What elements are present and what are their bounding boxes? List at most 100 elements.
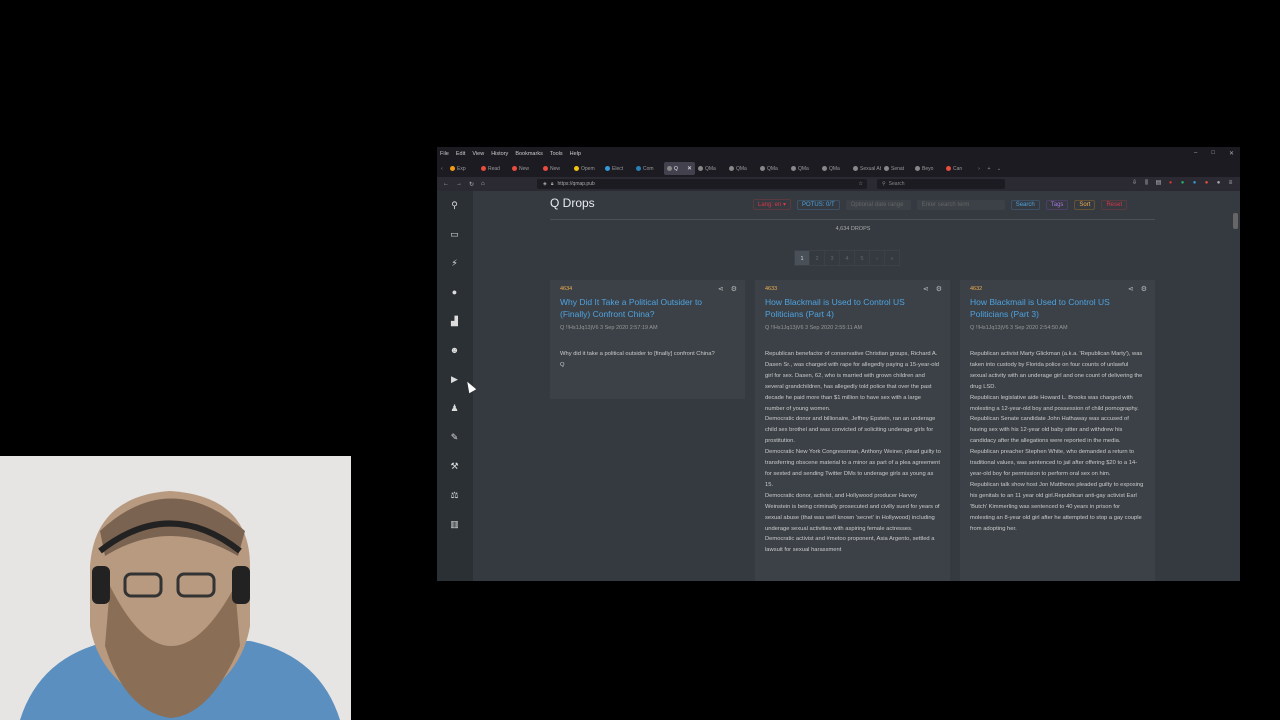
forward-icon[interactable]: → (456, 181, 462, 187)
page-button-2[interactable]: 2 (809, 250, 825, 266)
tab-label: QMa (705, 165, 716, 172)
tab-favicon-icon (946, 166, 951, 171)
url-text: https://qmap.pub (557, 181, 595, 187)
page-button-3[interactable]: 3 (824, 250, 840, 266)
sidebar-toggle-icon[interactable]: ▤ (1155, 179, 1162, 187)
share-icon[interactable]: ⋖ (718, 285, 724, 293)
maximize-icon[interactable]: □ (1211, 150, 1215, 157)
close-window-icon[interactable]: ✕ (1229, 150, 1234, 157)
browser-tab[interactable]: Opem (571, 162, 602, 175)
library-icon[interactable]: ⫼ (1143, 179, 1150, 187)
tab-favicon-icon (667, 166, 672, 171)
tab-label: QMa (829, 165, 840, 172)
pencil-icon[interactable]: ✎ (448, 431, 461, 444)
chart-icon[interactable]: ▥ (448, 518, 461, 531)
skull-icon[interactable]: ☻ (448, 344, 461, 357)
settings-icon[interactable]: ⚙︎ (731, 285, 737, 293)
browser-tab[interactable]: Beyo (912, 162, 943, 175)
shield-icon: ◈ (543, 181, 547, 187)
tab-label: QMa (736, 165, 747, 172)
tab-favicon-icon (884, 166, 889, 171)
browser-search-input[interactable]: ⚲ Search (877, 179, 1005, 189)
menu-help[interactable]: Help (570, 151, 581, 157)
browser-tab[interactable]: QMa (788, 162, 819, 175)
menu-history[interactable]: History (491, 151, 508, 157)
downloads-icon[interactable]: ⇩ (1131, 179, 1138, 187)
extension-icon[interactable]: ● (1179, 179, 1186, 187)
video-icon[interactable]: ▶︎ (448, 373, 461, 386)
drop-title-link[interactable]: Why Did It Take a Political Outsider to … (560, 296, 730, 320)
home-icon[interactable]: ⌂ (481, 181, 485, 187)
browser-tab[interactable]: QMa (695, 162, 726, 175)
drop-title-link[interactable]: How Blackmail is Used to Control US Poli… (765, 296, 935, 320)
scrollbar-thumb[interactable] (1233, 213, 1238, 229)
menu-tools[interactable]: Tools (550, 151, 563, 157)
divider (550, 219, 1155, 220)
date-range-input[interactable]: Optional date range (845, 199, 911, 210)
globe-icon[interactable]: ● (448, 286, 461, 299)
url-bar[interactable]: ◈ 🔒︎ https://qmap.pub ☆ (537, 179, 867, 189)
running-person-icon[interactable]: ⚡︎ (448, 257, 461, 270)
settings-icon[interactable]: ⚙︎ (936, 285, 942, 293)
menu-hamburger-icon[interactable]: ≡ (1227, 179, 1234, 187)
menu-view[interactable]: View (472, 151, 484, 157)
scales-icon[interactable]: ⚖︎ (448, 489, 461, 502)
extension-icon[interactable]: ● (1191, 179, 1198, 187)
user-icon[interactable]: ♟︎ (448, 402, 461, 415)
menu-file[interactable]: File (440, 151, 449, 157)
browser-tab[interactable]: Exp (447, 162, 478, 175)
share-icon[interactable]: ⋖ (923, 285, 929, 293)
news-icon[interactable]: ▭ (448, 228, 461, 241)
extension-icon[interactable]: ● (1215, 179, 1222, 187)
browser-tab[interactable]: Elect (602, 162, 633, 175)
browser-tab[interactable]: New (540, 162, 571, 175)
browser-tab[interactable]: Sexual Ab (850, 162, 881, 175)
page-button-4[interactable]: 4 (839, 250, 855, 266)
tab-scroll-left-icon[interactable]: ‹ (437, 166, 447, 172)
browser-tab[interactable]: QMa (726, 162, 757, 175)
reload-icon[interactable]: ↻ (469, 181, 474, 188)
close-tab-icon[interactable]: ✕ (687, 165, 692, 172)
search-icon[interactable]: ⚲ (448, 199, 461, 212)
page-next-button[interactable]: › (869, 250, 885, 266)
browser-tab[interactable]: QMa (819, 162, 850, 175)
podium-icon[interactable]: ▟ (448, 315, 461, 328)
search-button[interactable]: Search (1010, 199, 1040, 210)
bookmark-star-icon[interactable]: ☆ (859, 181, 867, 187)
extension-icon[interactable]: ● (1167, 179, 1174, 187)
page-button-5[interactable]: 5 (854, 250, 870, 266)
browser-tab[interactable]: Com (633, 162, 664, 175)
tab-scroll-right-icon[interactable]: › (974, 166, 984, 172)
browser-tab[interactable]: Q ✕ (664, 162, 695, 175)
tags-button[interactable]: Tags (1045, 199, 1069, 210)
settings-icon[interactable]: ⚙︎ (1141, 285, 1147, 293)
reset-button[interactable]: Reset (1101, 199, 1128, 210)
drop-title-link[interactable]: How Blackmail is Used to Control US Poli… (970, 296, 1140, 320)
browser-window: File Edit View History Bookmarks Tools H… (437, 147, 1240, 581)
browser-tab[interactable]: Senat (881, 162, 912, 175)
browser-tab[interactable]: New (509, 162, 540, 175)
share-icon[interactable]: ⋖ (1128, 285, 1134, 293)
menu-bookmarks[interactable]: Bookmarks (515, 151, 543, 157)
new-tab-icon[interactable]: + (984, 166, 994, 172)
tab-list-icon[interactable]: ⌄ (994, 166, 1004, 172)
browser-tab[interactable]: Read (478, 162, 509, 175)
minimize-icon[interactable]: – (1194, 150, 1197, 157)
search-term-input[interactable]: Enter search term (916, 199, 1005, 210)
page-title: Q Drops (550, 196, 595, 210)
tab-favicon-icon (481, 166, 486, 171)
potus-filter-button[interactable]: POTUS: 0/T (797, 199, 840, 210)
language-dropdown[interactable]: Lang: en ▾ (753, 199, 792, 210)
browser-tab[interactable]: Can (943, 162, 974, 175)
drop-number: 4633 (765, 286, 778, 292)
sort-button[interactable]: Sort (1074, 199, 1096, 210)
back-icon[interactable]: ← (443, 181, 449, 187)
tab-label: Sexual Ab (860, 165, 881, 172)
drop-meta: Q !!Hs1Jq13jV6 3 Sep 2020 2:54:50 AM (970, 325, 1068, 331)
gavel-icon[interactable]: ⚒︎ (448, 460, 461, 473)
page-last-button[interactable]: » (884, 250, 900, 266)
browser-tab[interactable]: QMa (757, 162, 788, 175)
menu-edit[interactable]: Edit (456, 151, 465, 157)
extension-icon[interactable]: ● (1203, 179, 1210, 187)
page-button-1[interactable]: 1 (794, 250, 810, 266)
